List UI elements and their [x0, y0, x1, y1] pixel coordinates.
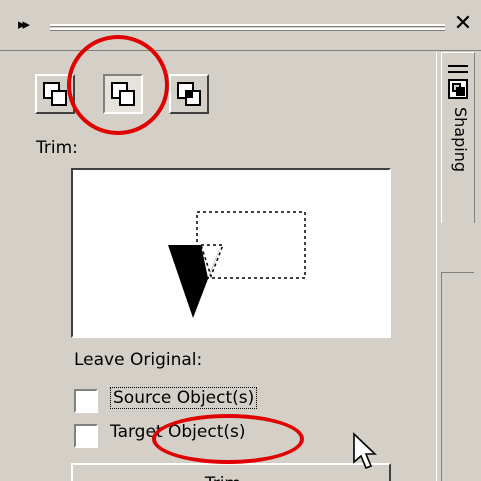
leave-original-label: Leave Original: [74, 350, 203, 370]
trim-preview [71, 168, 391, 338]
tab-grip-line [448, 71, 468, 73]
tab-area-divider [441, 272, 474, 481]
intersect-icon [177, 82, 201, 106]
shaping-docker: ▸▸ ✕ Shaping Trim: Leave Original: Sourc… [0, 0, 481, 481]
docker-tab-area: Shaping [436, 52, 481, 481]
target-objects-checkbox[interactable] [74, 424, 98, 448]
title-grip[interactable] [50, 24, 445, 31]
annotation-circle-mode-buttons [67, 35, 169, 135]
mode-label: Trim: [36, 138, 78, 158]
trim-apply-button-label: Trim... [73, 465, 389, 481]
source-objects-checkbox[interactable] [74, 389, 98, 413]
shaping-icon [448, 79, 468, 99]
trim-apply-button[interactable]: Trim... [71, 463, 391, 481]
annotation-circle-trim-button [152, 414, 304, 464]
tab-grip-line [448, 65, 468, 67]
docker-title-bar[interactable]: ▸▸ ✕ [0, 0, 481, 51]
intersect-mode-button[interactable] [169, 74, 209, 114]
mouse-pointer-icon [353, 432, 377, 470]
shaping-tab[interactable]: Shaping [441, 52, 475, 223]
source-objects-label[interactable]: Source Object(s) [110, 387, 258, 409]
shape-fill [456, 87, 465, 96]
grip-line [50, 24, 445, 27]
trim-preview-illustration [168, 211, 306, 318]
collapse-docker-icon[interactable]: ▸▸ [18, 14, 38, 34]
shaping-tab-label: Shaping [451, 107, 470, 172]
close-icon[interactable]: ✕ [451, 12, 475, 36]
grip-line [50, 28, 445, 31]
